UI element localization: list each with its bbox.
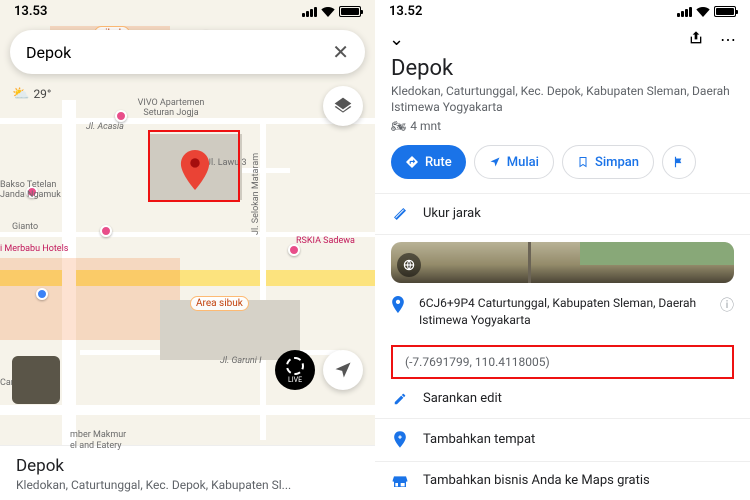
collapse-chevron-icon[interactable]: ⌄ <box>389 29 404 50</box>
status-indicators <box>302 6 361 17</box>
share-icon[interactable] <box>688 30 704 50</box>
sheet-subtitle: Kledokan, Caturtunggal, Kec. Depok, Kabu… <box>16 478 359 492</box>
live-view-button[interactable]: LIVE <box>275 350 315 390</box>
directions-button[interactable]: Rute <box>391 145 466 179</box>
poi-label: RSKIA Sadewa <box>296 236 355 246</box>
layers-button[interactable] <box>323 86 363 126</box>
info-icon[interactable]: ⓘ <box>720 295 734 315</box>
place-title: Depok <box>391 56 734 81</box>
coordinates-text: (-7.7691799, 110.4118005) <box>405 355 550 369</box>
flag-button[interactable] <box>662 145 696 179</box>
poi-label: VIVO Apartemen Seturan Jogja <box>126 98 216 118</box>
streetview-preview[interactable] <box>391 242 734 283</box>
add-place-row[interactable]: Tambahkan tempat <box>375 419 750 461</box>
pencil-icon <box>391 392 409 406</box>
road-label: Jl. Acasia <box>86 122 124 132</box>
add-business-row[interactable]: Tambahkan bisnis Anda ke Maps gratis <box>375 461 750 500</box>
address-row[interactable]: 6CJ6+9P4 Caturtunggal, Kabupaten Sleman,… <box>375 283 750 341</box>
search-bar[interactable]: ✕ <box>10 30 365 74</box>
store-icon <box>391 474 409 488</box>
add-place-icon <box>391 431 409 449</box>
plus-code-text: 6CJ6+9P4 Caturtunggal, Kabupaten Sleman,… <box>419 295 706 329</box>
my-location-button[interactable] <box>323 350 363 390</box>
place-sheet[interactable]: Depok Kledokan, Caturtunggal, Kec. Depok… <box>0 445 375 500</box>
travel-time: 🏍 4 mnt <box>391 119 734 133</box>
coordinates-box[interactable]: (-7.7691799, 110.4118005) <box>391 345 734 379</box>
measure-distance-row[interactable]: Ukur jarak <box>375 194 750 234</box>
suggest-edit-row[interactable]: Sarankan edit <box>375 379 750 418</box>
detail-panel: 13.52 ⌄ ⋯ Depok Kledokan, Caturtunggal, … <box>375 0 750 500</box>
status-time: 13.52 <box>389 4 422 19</box>
clear-search-icon[interactable]: ✕ <box>332 40 349 64</box>
map-pin-icon <box>180 150 210 194</box>
start-nav-button[interactable]: Mulai <box>474 145 554 179</box>
pin-icon <box>391 296 405 317</box>
busy-tag-area: Area sibuk <box>190 296 249 311</box>
search-input[interactable] <box>26 43 332 62</box>
sheet-title: Depok <box>16 456 359 476</box>
streetview-thumbnail[interactable] <box>12 356 60 404</box>
action-buttons: Rute Mulai Simpan <box>375 145 750 179</box>
road-label: Jl. Garuni I <box>220 356 261 366</box>
road-label: Jl. Selokan Mataram <box>251 153 261 235</box>
status-indicators <box>677 6 736 17</box>
poi-label: mber Makmur <box>70 430 126 440</box>
map-panel: sibuk VIVO Apartemen Seturan Jogja Jl. A… <box>0 0 375 500</box>
map-canvas[interactable]: sibuk VIVO Apartemen Seturan Jogja Jl. A… <box>0 0 375 500</box>
weather-chip[interactable]: ⛅29° <box>12 86 51 102</box>
poi-label: Gianto <box>12 222 38 232</box>
ruler-icon <box>391 206 409 222</box>
status-time: 13.53 <box>14 4 47 19</box>
poi-label: Bakso Tetelan Janda Ngamuk <box>0 180 70 200</box>
poi-label: i Merbabu Hotels <box>0 244 68 254</box>
more-icon[interactable]: ⋯ <box>720 30 736 49</box>
poi-label: el and Eatery <box>70 441 121 451</box>
streetview-expand-icon[interactable] <box>397 253 421 277</box>
motorcycle-icon: 🏍 <box>391 119 406 133</box>
place-subtitle: Kledokan, Caturtunggal, Kec. Depok, Kabu… <box>391 83 734 115</box>
save-button[interactable]: Simpan <box>562 145 654 179</box>
